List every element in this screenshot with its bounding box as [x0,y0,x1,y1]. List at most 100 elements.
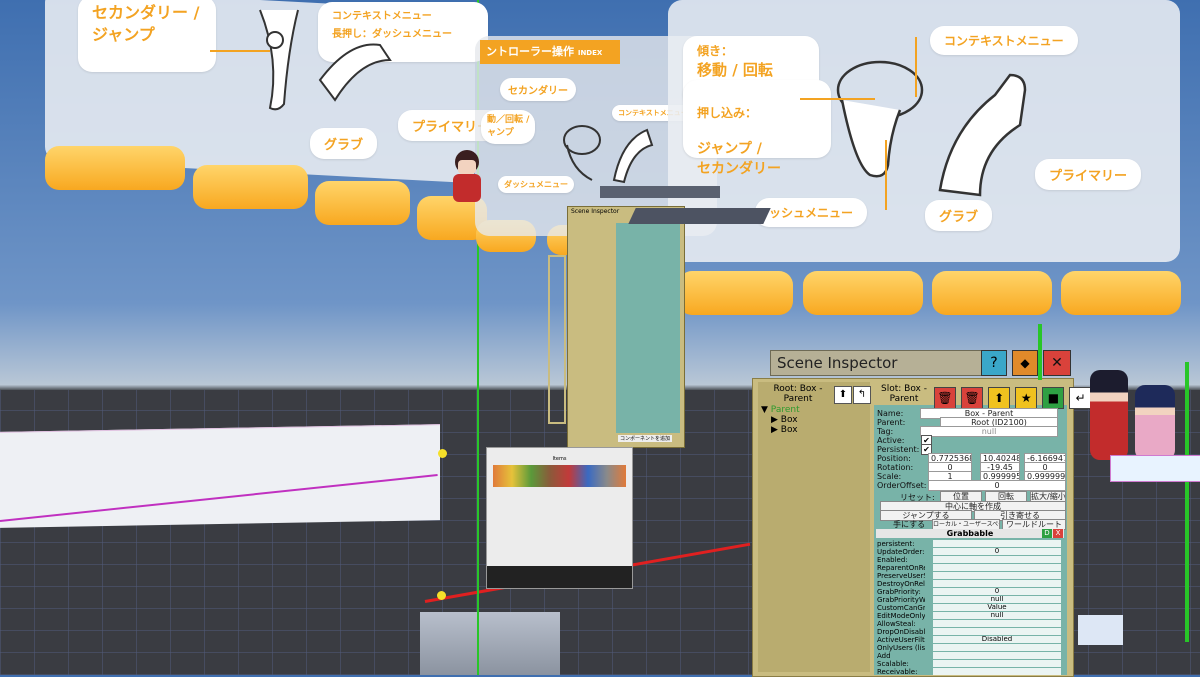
star-icon[interactable]: ★ [1015,387,1038,409]
component-row-value[interactable]: 0 [933,588,1061,595]
component-row-value[interactable] [933,580,1061,587]
tag-field[interactable]: null [920,426,1058,437]
component-row: CustomCanGrabCheck: Value [877,604,1065,612]
items-panel[interactable]: Items [486,447,633,589]
component-row-value[interactable] [933,556,1061,563]
tree-child-item[interactable]: ▶ Box [771,425,798,435]
inspector-title[interactable]: Scene Inspector [770,350,984,376]
duplicate-component-icon[interactable]: D [1042,529,1052,538]
component-row-label: GrabPriority: [877,588,921,596]
callout-line [915,37,917,97]
callout-line [210,50,270,52]
order-offset-field[interactable]: 0 [928,480,1066,491]
right-controller-icon [836,60,1027,197]
slot-label: Slot: Box - Parent [881,384,927,404]
component-row-label: ReparentOnRelease: [877,564,925,572]
avatar[interactable] [1135,385,1175,460]
component-row-value[interactable] [933,572,1061,579]
avatar[interactable] [447,150,487,205]
component-row: Enabled: [877,556,1065,564]
scale-label: Scale: [877,472,902,481]
component-row: GrabPriority: 0 [877,588,1065,596]
component-row: Scalable: [877,660,1065,668]
press-label-box: 押し込み： ジャンプ / セカンダリー [683,80,831,177]
order-offset-label: OrderOffset: [877,481,927,490]
component-row-label: UpdateOrder: [877,548,925,556]
remove-component-icon[interactable]: X [1053,529,1063,538]
component-row-value[interactable] [933,540,1061,547]
small-inspector-footer[interactable]: コンポーネントを追加 [618,435,673,442]
component-row-label: OnlyUsers (list): [877,644,925,652]
rotation-label: Rotation: [877,463,914,472]
position-label: Position: [877,454,911,463]
component-row-value[interactable]: Disabled [933,636,1061,643]
parent-up-icon[interactable]: ⬆ [988,387,1011,409]
component-row-label: Add [877,652,891,660]
component-row: EditModeOnly: null [877,612,1065,620]
component-row-value[interactable] [933,652,1061,659]
component-row-value[interactable]: null [933,612,1061,619]
green-square-icon[interactable]: ■ [1042,387,1065,409]
root-label: Root: Box - Parent [773,384,823,404]
component-row-value[interactable] [933,628,1061,635]
component-row-value[interactable] [933,564,1061,571]
component-row-label: PreserveUserSpace: [877,572,925,580]
component-row: DropOnDisable: [877,628,1065,636]
component-row-value[interactable] [933,620,1061,627]
index-controller-icon [563,125,654,184]
component-row-label: Scalable: [877,660,909,668]
component-row: DestroyOnRelease: [877,580,1065,588]
component-row-value[interactable]: Value [933,604,1061,611]
component-row: UpdateOrder: 0 [877,548,1065,556]
active-label: Active: [877,436,905,445]
tree-root-item[interactable]: ▼ Parent [761,405,800,415]
primary-label-right: プライマリー [1035,159,1142,190]
delete-icon[interactable]: 🗑 [934,387,956,409]
callout-line [885,140,887,210]
press-label: 押し込み： [697,106,758,120]
slot-toolbar: 🗑 🗑 ⬆ ★ ■ ↵ [934,387,1092,409]
menu-button[interactable] [315,181,410,225]
component-row-label: CustomCanGrabCheck: [877,604,925,612]
component-row-label: GrabPriorityWhenGrabbed: [877,596,925,604]
tilt-action: 移動 / 回転 [697,61,773,79]
press-action: ジャンプ / セカンダリー [697,141,781,177]
avatar[interactable] [1090,370,1128,460]
component-row: PreserveUserSpace: [877,572,1065,580]
component-row: ActiveUserFilter: Disabled [877,636,1065,644]
mid-board-title: ントローラー操作 INDEX [480,40,620,64]
component-row-label: EditModeOnly: [877,612,925,620]
panel-frame [548,255,566,424]
menu-button[interactable] [1061,271,1181,315]
component-row: GrabPriorityWhenGrabbed: null [877,596,1065,604]
parent-label: Parent: [877,418,906,427]
component-row-value[interactable] [933,660,1061,667]
delete-preserve-icon[interactable]: 🗑 [961,387,984,409]
return-arrow-icon[interactable]: ↰ [853,386,871,404]
menu-button[interactable] [932,271,1052,315]
component-row-value[interactable]: 0 [933,548,1061,555]
component-row-value[interactable]: null [933,596,1061,603]
component-row-value[interactable] [933,644,1061,651]
mid-move-label: 動／回転 / ャンプ [481,110,536,144]
close-button[interactable]: ✕ [1043,350,1071,376]
component-row-label: Enabled: [877,556,908,564]
help-button[interactable]: ? [981,350,1007,376]
yellow-handle[interactable] [438,449,447,458]
persistent-label: Persistent: [877,445,920,454]
menu-button[interactable] [45,146,185,190]
menu-button[interactable] [803,271,923,315]
return-icon[interactable]: ↵ [1069,387,1092,409]
component-row-value[interactable] [933,668,1061,675]
menu-button[interactable] [193,165,308,209]
small-scene-inspector[interactable]: Scene Inspector コンポーネントを追加 [567,206,685,448]
callout-line [800,98,875,100]
component-header[interactable]: Grabbable [876,529,1064,538]
tree-child-item[interactable]: ▶ Box [771,415,798,425]
yellow-handle[interactable] [437,591,446,600]
up-arrow-icon[interactable]: ⬆ [834,386,852,404]
menu-button[interactable] [678,271,793,315]
pin-button[interactable]: ◆ [1012,350,1038,376]
box-object [1078,615,1123,645]
component-row: OnlyUsers (list): [877,644,1065,652]
